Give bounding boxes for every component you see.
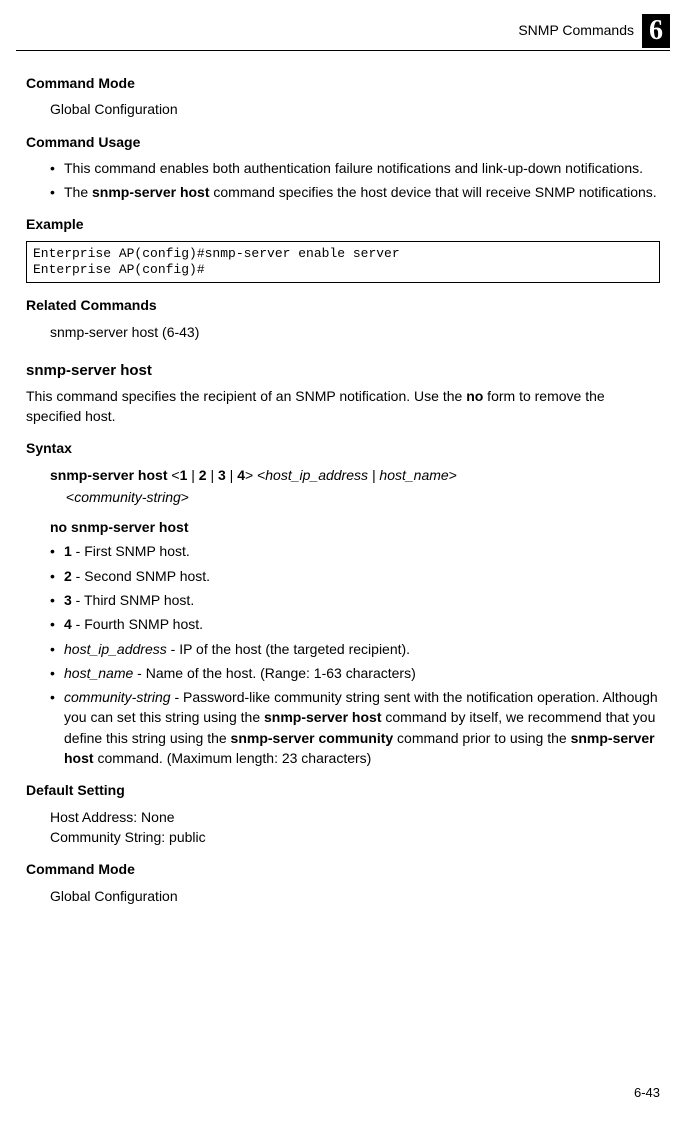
- syn-p1: |: [187, 467, 198, 483]
- syn-open: <: [167, 467, 179, 483]
- param-community-string: community-string - Password-like communi…: [50, 687, 660, 768]
- example-heading: Example: [26, 214, 660, 234]
- usage-item-2-cmd: snmp-server host: [92, 184, 209, 200]
- syn-4: 4: [237, 467, 245, 483]
- default-setting-heading: Default Setting: [26, 780, 660, 800]
- param-host-ip-desc: - IP of the host (the targeted recipient…: [167, 641, 410, 657]
- default-host-address: Host Address: None: [50, 807, 660, 827]
- param-3-desc: - Third SNMP host.: [72, 592, 194, 608]
- command-mode-heading-2: Command Mode: [26, 859, 660, 879]
- syntax-no-form: no snmp-server host: [50, 517, 660, 537]
- syn-cmd: snmp-server host: [50, 467, 167, 483]
- desc-pre: This command specifies the recipient of …: [26, 388, 466, 404]
- header-title: SNMP Commands: [518, 14, 634, 40]
- param-4-desc: - Fourth SNMP host.: [72, 616, 203, 632]
- param-2-name: 2: [64, 568, 72, 584]
- usage-item-2-pre: The: [64, 184, 92, 200]
- usage-item-1-text: This command enables both authentication…: [64, 160, 643, 176]
- param-cs-cmd1: snmp-server host: [264, 709, 381, 725]
- page-content: Command Mode Global Configuration Comman…: [0, 51, 686, 906]
- section-title-snmp-server-host: snmp-server host: [26, 360, 660, 382]
- syn-p2: |: [207, 467, 218, 483]
- param-1: 1 - First SNMP host.: [50, 541, 660, 561]
- param-host-name-desc: - Name of the host. (Range: 1-63 charact…: [133, 665, 415, 681]
- command-usage-list: This command enables both authentication…: [26, 158, 660, 203]
- command-usage-heading: Command Usage: [26, 132, 660, 152]
- syn-host: host_ip_address | host_name: [265, 467, 448, 483]
- syntax-line-1: snmp-server host <1 | 2 | 3 | 4> <host_i…: [50, 465, 660, 485]
- chapter-number-box: 6: [642, 14, 670, 48]
- usage-item-2: The snmp-server host command specifies t…: [50, 182, 660, 202]
- syn2-open: <: [66, 489, 74, 505]
- parameter-list: 1 - First SNMP host. 2 - Second SNMP hos…: [26, 541, 660, 768]
- param-cs-t4: command. (Maximum length: 23 characters): [94, 750, 372, 766]
- param-cs-t3: command prior to using the: [393, 730, 570, 746]
- default-community-string: Community String: public: [50, 827, 660, 847]
- command-mode-text-2: Global Configuration: [50, 886, 660, 906]
- param-host-ip-name: host_ip_address: [64, 641, 167, 657]
- related-commands-heading: Related Commands: [26, 295, 660, 315]
- param-cs-cmd2: snmp-server community: [231, 730, 394, 746]
- syn-close: >: [449, 467, 457, 483]
- syntax-heading: Syntax: [26, 438, 660, 458]
- command-mode-heading-1: Command Mode: [26, 73, 660, 93]
- desc-no: no: [466, 388, 483, 404]
- syn-2: 2: [199, 467, 207, 483]
- usage-item-1: This command enables both authentication…: [50, 158, 660, 178]
- param-4: 4 - Fourth SNMP host.: [50, 614, 660, 634]
- syn2-cs: community-string: [74, 489, 181, 505]
- section-description: This command specifies the recipient of …: [26, 386, 660, 427]
- page-number: 6-43: [634, 1084, 660, 1103]
- syntax-line-2: <community-string>: [66, 487, 660, 507]
- param-1-name: 1: [64, 543, 72, 559]
- example-code: Enterprise AP(config)#snmp-server enable…: [26, 241, 660, 284]
- syn2-close: >: [181, 489, 189, 505]
- param-host-name-name: host_name: [64, 665, 133, 681]
- param-1-desc: - First SNMP host.: [72, 543, 190, 559]
- param-4-name: 4: [64, 616, 72, 632]
- syn-mid: > <: [245, 467, 265, 483]
- param-cs-name: community-string: [64, 689, 171, 705]
- syn-p3: |: [226, 467, 237, 483]
- command-mode-text-1: Global Configuration: [50, 99, 660, 119]
- page-header: SNMP Commands 6: [0, 0, 686, 48]
- syn-3: 3: [218, 467, 226, 483]
- param-host-ip: host_ip_address - IP of the host (the ta…: [50, 639, 660, 659]
- param-2-desc: - Second SNMP host.: [72, 568, 210, 584]
- param-3-name: 3: [64, 592, 72, 608]
- param-2: 2 - Second SNMP host.: [50, 566, 660, 586]
- related-commands-text: snmp-server host (6-43): [50, 322, 660, 342]
- param-3: 3 - Third SNMP host.: [50, 590, 660, 610]
- usage-item-2-post: command specifies the host device that w…: [210, 184, 657, 200]
- param-host-name: host_name - Name of the host. (Range: 1-…: [50, 663, 660, 683]
